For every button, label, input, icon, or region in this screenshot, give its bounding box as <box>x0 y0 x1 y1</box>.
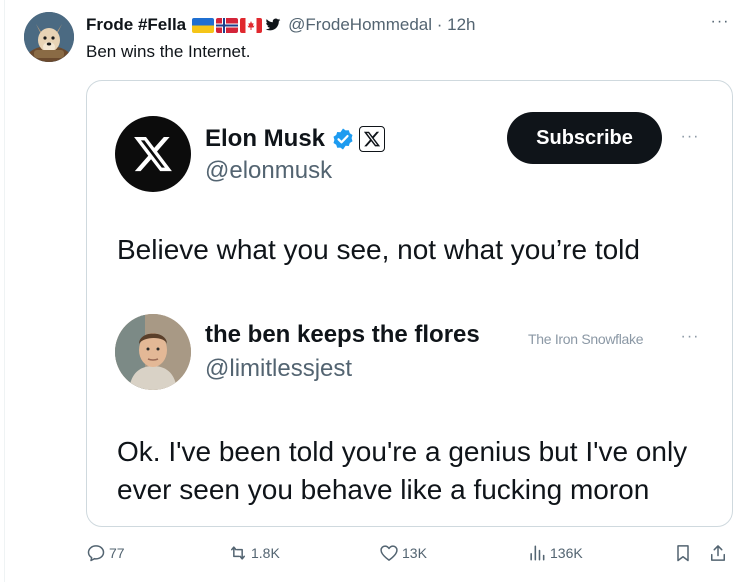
share-button[interactable] <box>708 541 728 565</box>
x-affiliation-badge-icon <box>359 126 386 152</box>
reply-author-avatar <box>115 314 191 390</box>
watermark-text: The Iron Snowflake <box>528 331 644 347</box>
more-options-icon[interactable]: ··· <box>705 12 735 32</box>
elon-name-row: Elon Musk <box>205 125 386 153</box>
bookmark-icon <box>677 545 689 562</box>
views-button[interactable]: 136K <box>527 541 583 565</box>
embedded-author-name: Elon Musk <box>205 125 326 152</box>
reply-icon <box>87 545 105 562</box>
embedded-tweet-text: Believe what you see, not what you’re to… <box>117 234 640 265</box>
reply-more-icon: ··· <box>680 328 700 345</box>
like-button[interactable]: 13K <box>379 541 427 565</box>
verified-badge-icon <box>333 128 353 150</box>
norway-flag-icon <box>216 17 239 33</box>
name-emoji-group <box>192 17 282 33</box>
bookmark-button[interactable] <box>673 541 693 565</box>
share-icon <box>711 545 725 561</box>
ukraine-flag-icon <box>192 17 215 33</box>
reply-author-name: the ben keeps the flores <box>205 321 480 348</box>
retweet-count: 1.8K <box>251 545 280 561</box>
elon-avatar <box>115 116 191 192</box>
retweet-icon <box>231 546 245 560</box>
subscribe-button: Subscribe <box>507 112 662 164</box>
reply-author-handle: @limitlessjest <box>205 355 353 382</box>
author-avatar[interactable] <box>24 12 74 62</box>
post-header: Frode #Fella @FrodeHommedal · 12h <box>86 14 476 36</box>
author-handle[interactable]: @FrodeHommedal · 12h <box>288 15 475 35</box>
post-text: Ben wins the Internet. <box>86 42 251 61</box>
timeline-divider <box>4 0 5 582</box>
twitter-bird-icon <box>265 18 281 31</box>
embedded-image[interactable]: Elon Musk @elonmusk Subscribe ··· Believ… <box>86 80 733 527</box>
reply-text: Ok. I've been told you're a genius but I… <box>117 436 688 505</box>
embedded-more-icon: ··· <box>680 128 700 145</box>
views-count: 136K <box>550 545 583 561</box>
retweet-button[interactable]: 1.8K <box>228 541 280 565</box>
post-timestamp[interactable]: · 12h <box>437 15 476 34</box>
embedded-author-handle: @elonmusk <box>205 157 333 184</box>
views-chart-icon <box>530 545 545 561</box>
x-logo-icon <box>134 137 172 172</box>
author-name[interactable]: Frode #Fella <box>86 15 186 35</box>
heart-icon <box>380 545 398 561</box>
reply-count: 77 <box>109 545 125 561</box>
reply-button[interactable]: 77 <box>86 541 125 565</box>
canada-flag-icon <box>240 17 263 33</box>
like-count: 13K <box>402 545 427 561</box>
